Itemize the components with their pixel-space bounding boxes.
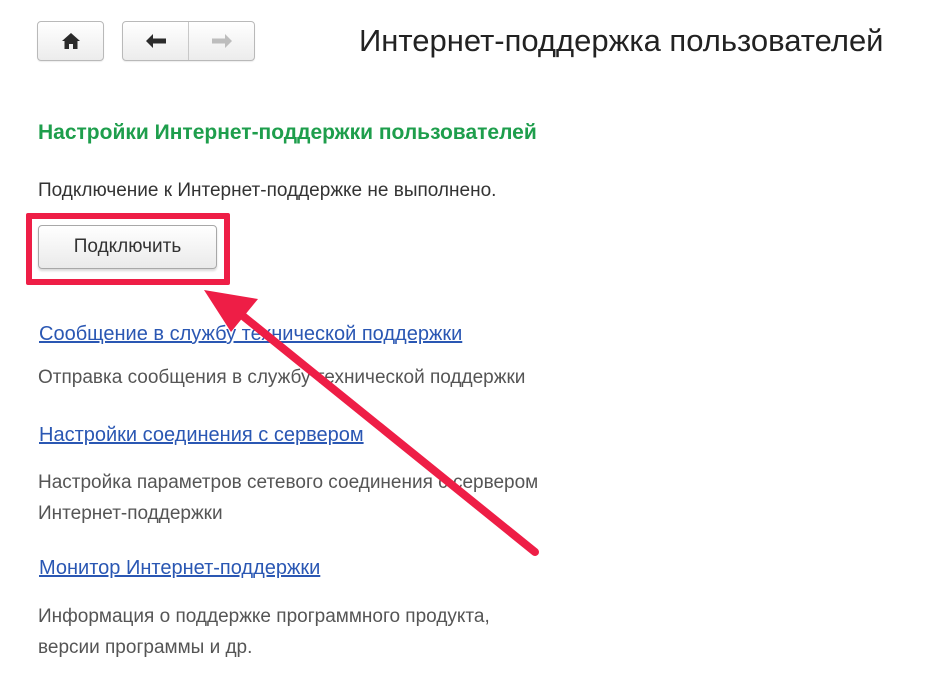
page: Интернет-поддержка пользователей Настрой… bbox=[0, 0, 950, 681]
support-monitor-description: Информация о поддержке программного прод… bbox=[38, 601, 738, 663]
server-connection-settings-description: Настройка параметров сетевого соединения… bbox=[38, 467, 738, 529]
tech-support-message-description: Отправка сообщения в службу технической … bbox=[38, 362, 738, 393]
arrow-left-icon bbox=[145, 34, 166, 48]
description-line: версии программы и др. bbox=[38, 637, 253, 658]
forward-button[interactable] bbox=[188, 22, 254, 60]
arrow-right-icon bbox=[211, 34, 232, 48]
home-icon bbox=[61, 33, 80, 49]
description-line: Настройка параметров сетевого соединения… bbox=[38, 472, 539, 493]
description-line: Отправка сообщения в службу технической … bbox=[38, 367, 526, 388]
page-title: Интернет-поддержка пользователей bbox=[359, 23, 884, 58]
connection-status-text: Подключение к Интернет-поддержке не выпо… bbox=[38, 180, 497, 201]
description-line: Информация о поддержке программного прод… bbox=[38, 606, 490, 627]
home-button[interactable] bbox=[37, 21, 104, 61]
support-monitor-link[interactable]: Монитор Интернет-поддержки bbox=[39, 557, 320, 580]
description-line: Интернет-поддержки bbox=[38, 503, 223, 524]
tech-support-message-link[interactable]: Сообщение в службу технической поддержки bbox=[39, 323, 462, 346]
server-connection-settings-link[interactable]: Настройки соединения с сервером bbox=[39, 424, 364, 447]
back-button[interactable] bbox=[123, 22, 188, 60]
section-title: Настройки Интернет-поддержки пользовател… bbox=[38, 121, 537, 144]
connect-button[interactable]: Подключить bbox=[38, 225, 217, 269]
history-navigation bbox=[122, 21, 255, 61]
